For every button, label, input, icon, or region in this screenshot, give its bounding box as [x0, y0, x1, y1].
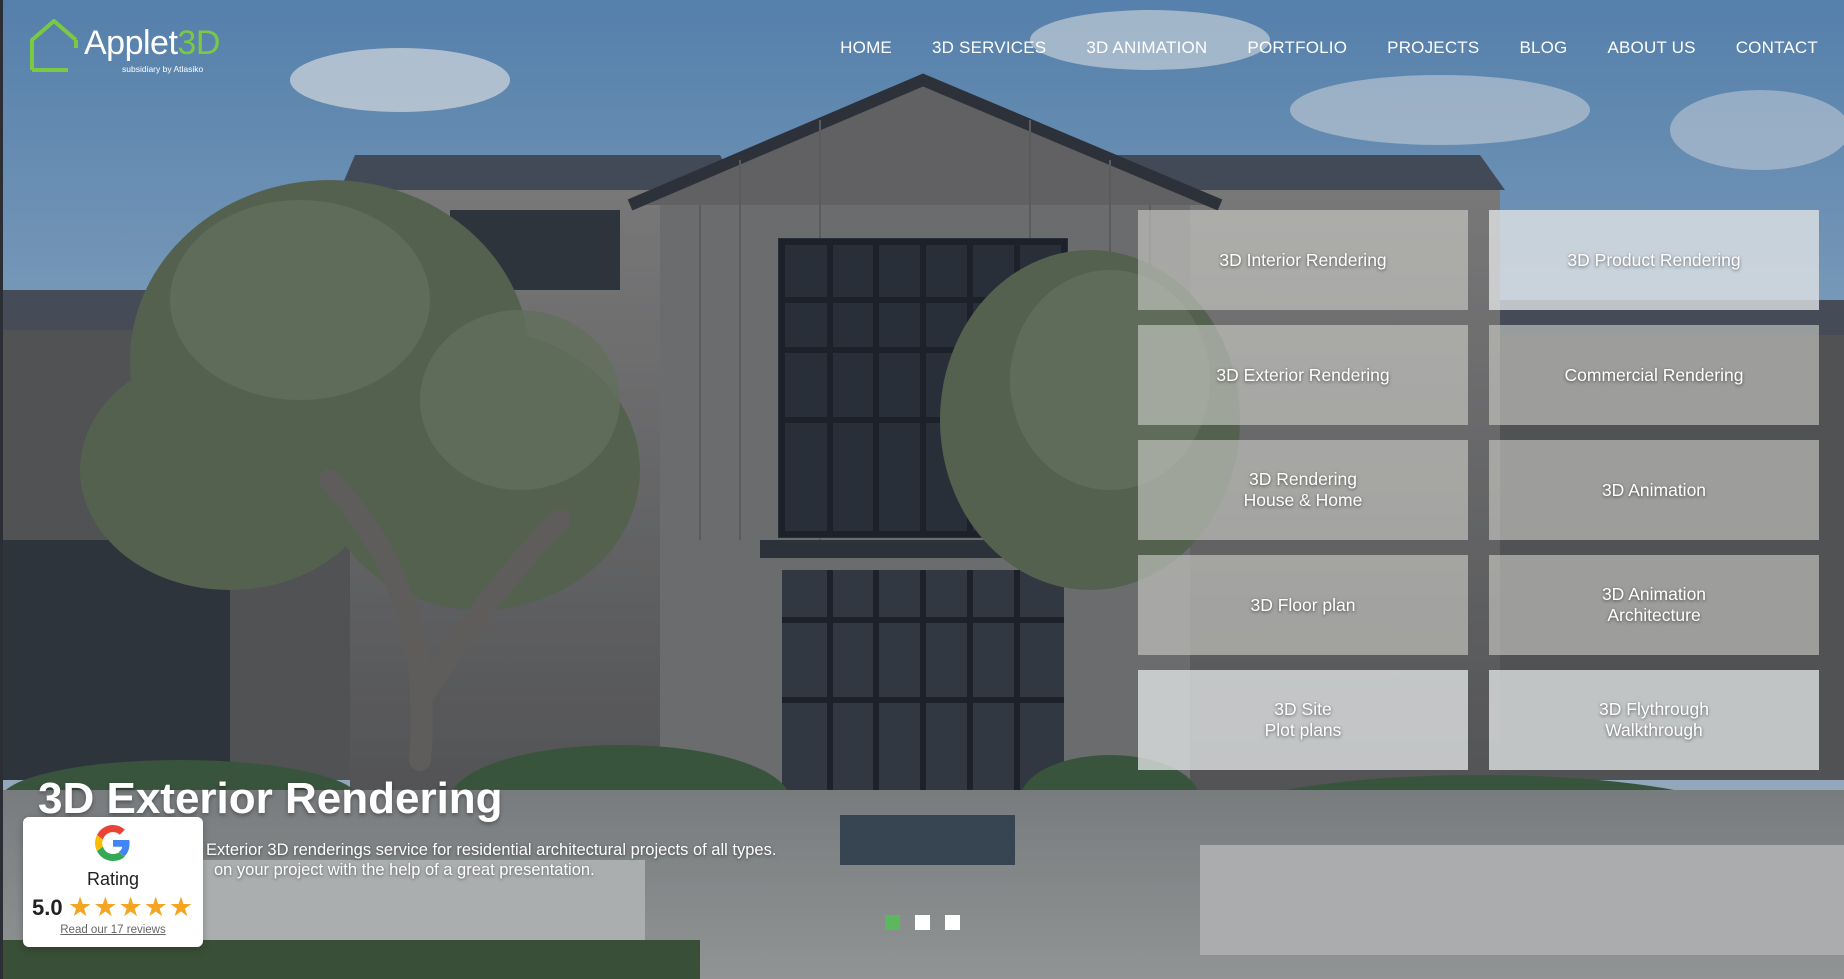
service-tile-commercial-rendering[interactable]: Commercial Rendering — [1489, 325, 1819, 425]
site-logo[interactable]: Applet3D subsidiary by Atlasiko — [28, 18, 220, 76]
nav-home[interactable]: HOME — [840, 38, 892, 58]
slider-dot-1[interactable] — [885, 915, 900, 930]
services-grid: 3D Interior Rendering 3D Product Renderi… — [1138, 210, 1819, 770]
nav-projects[interactable]: PROJECTS — [1387, 38, 1479, 58]
nav-contact[interactable]: CONTACT — [1736, 38, 1818, 58]
service-tile-animation[interactable]: 3D Animation — [1489, 440, 1819, 540]
slider-pagination — [885, 915, 960, 930]
nav-3d-services[interactable]: 3D SERVICES — [932, 38, 1046, 58]
house-logo-icon — [30, 19, 78, 72]
google-rating-badge[interactable]: Rating 5.0 ★ ★ ★ ★ ★ Read our 17 reviews — [23, 817, 203, 947]
logo-subtitle: subsidiary by Atlasiko — [122, 64, 204, 74]
slider-dot-2[interactable] — [915, 915, 930, 930]
star-icon: ★ — [168, 892, 194, 922]
nav-blog[interactable]: BLOG — [1519, 38, 1567, 58]
service-tile-flythrough-walkthrough[interactable]: 3D Flythrough Walkthrough — [1489, 670, 1819, 770]
star-icon: ★ — [93, 892, 118, 922]
service-tile-product-rendering[interactable]: 3D Product Rendering — [1489, 210, 1819, 310]
read-reviews-link[interactable]: Read our 17 reviews — [23, 924, 203, 936]
star-icon: ★ — [68, 892, 93, 922]
service-tile-floor-plan[interactable]: 3D Floor plan — [1138, 555, 1468, 655]
nav-portfolio[interactable]: PORTFOLIO — [1247, 38, 1347, 58]
logo-text: Applet3D — [84, 24, 220, 62]
rating-score: 5.0 — [32, 895, 63, 920]
star-icon: ★ — [143, 892, 168, 922]
slider-dot-3[interactable] — [945, 915, 960, 930]
nav-3d-animation[interactable]: 3D ANIMATION — [1086, 38, 1207, 58]
rating-stars: ★ ★ ★ ★ ★ — [68, 892, 193, 922]
main-navigation: HOME 3D SERVICES 3D ANIMATION PORTFOLIO … — [840, 38, 1818, 58]
service-tile-interior-rendering[interactable]: 3D Interior Rendering — [1138, 210, 1468, 310]
service-tile-rendering-house-home[interactable]: 3D Rendering House & Home — [1138, 440, 1468, 540]
star-icon: ★ — [118, 892, 143, 922]
service-tile-animation-architecture[interactable]: 3D Animation Architecture — [1489, 555, 1819, 655]
service-tile-exterior-rendering[interactable]: 3D Exterior Rendering — [1138, 325, 1468, 425]
nav-about-us[interactable]: ABOUT US — [1607, 38, 1695, 58]
google-logo-icon — [95, 825, 130, 861]
service-tile-site-plot-plans[interactable]: 3D Site Plot plans — [1138, 670, 1468, 770]
rating-label: Rating — [86, 869, 140, 889]
